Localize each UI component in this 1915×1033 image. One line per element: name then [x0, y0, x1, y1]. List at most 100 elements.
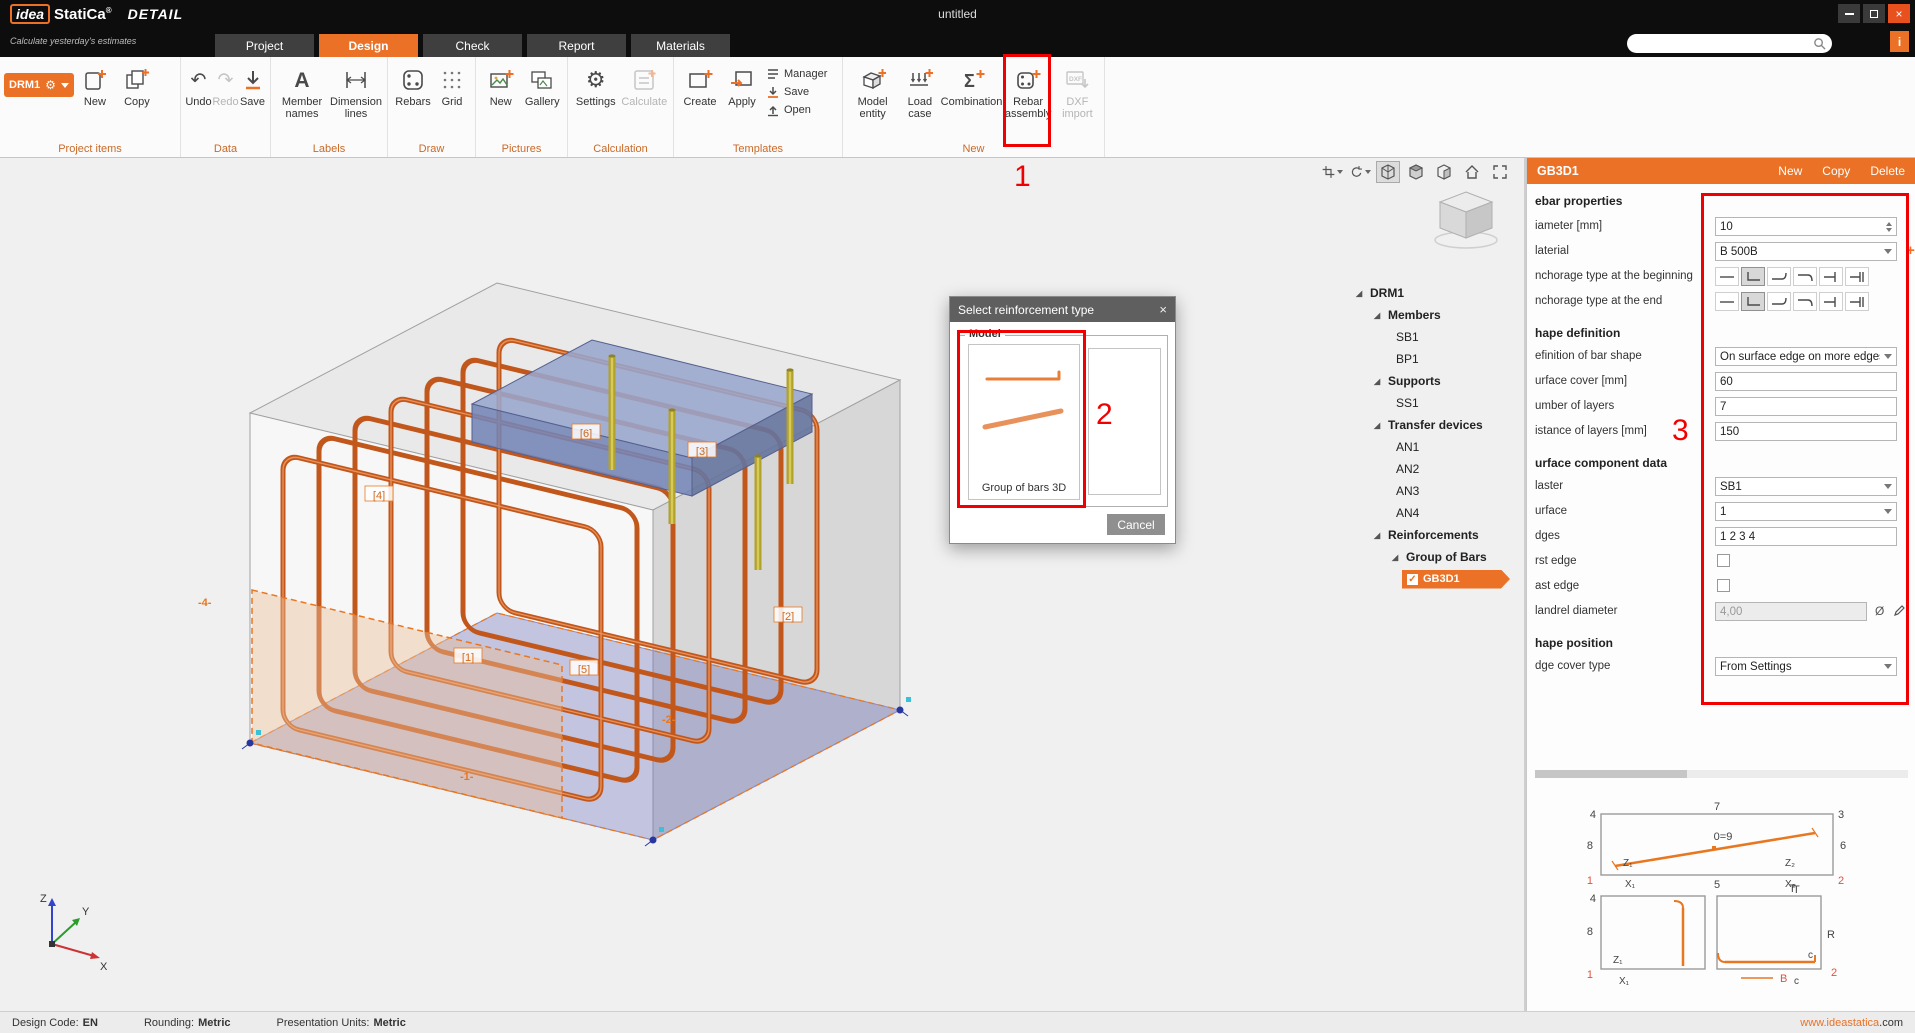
tree-item-reinforcements[interactable]: Reinforcements [1348, 524, 1526, 546]
anchorage-type-hook90-icon[interactable] [1741, 292, 1765, 311]
cancel-button[interactable]: Cancel [1107, 514, 1165, 535]
anchorage-type-hook-up-icon[interactable] [1767, 292, 1791, 311]
template-apply-button[interactable]: Apply [722, 61, 762, 108]
rebars-button[interactable]: Rebars [392, 61, 434, 108]
tab-design[interactable]: Design [319, 34, 418, 57]
viewport-3d[interactable]: [6] [3] [4] [1] [5] [2] -4- -1- -2- Z Y [0, 158, 1526, 1011]
bar-shape-dropdown[interactable]: On surface edge on more edges [1715, 347, 1897, 366]
tree-item-an3[interactable]: AN3 [1348, 480, 1526, 502]
tree-item-transfer-devices[interactable]: Transfer devices [1348, 414, 1526, 436]
wireframe-view-button[interactable] [1376, 161, 1400, 183]
template-save-button[interactable]: Save [766, 85, 827, 99]
delete-rebar-button[interactable]: Delete [1870, 164, 1905, 178]
tree-item-supports[interactable]: Supports [1348, 370, 1526, 392]
anchorage-type-hook-down-icon[interactable] [1793, 267, 1817, 286]
anchorage-type-hook90-icon[interactable] [1741, 267, 1765, 286]
anchorage-type-hook-up-icon[interactable] [1767, 267, 1791, 286]
gb3d1-selected-banner[interactable]: GB3D1 [1402, 570, 1510, 589]
tree-expander-icon[interactable] [1392, 553, 1406, 562]
new-rebar-button[interactable]: New [1778, 164, 1802, 178]
anchorage-type-plate-icon[interactable] [1819, 267, 1843, 286]
template-create-button[interactable]: Create [678, 61, 722, 108]
transparent-view-button[interactable] [1432, 161, 1456, 183]
search-input[interactable] [1627, 34, 1832, 53]
member-names-button[interactable]: A Member names [275, 61, 329, 121]
tree-item-sb1[interactable]: SB1 [1348, 326, 1526, 348]
tree-item-an1[interactable]: AN1 [1348, 436, 1526, 458]
tab-check[interactable]: Check [423, 34, 522, 57]
home-view-button[interactable] [1460, 161, 1484, 183]
first-edge-checkbox[interactable] [1717, 554, 1730, 567]
dialog-close-icon[interactable]: × [1159, 302, 1167, 317]
new-picture-button[interactable]: New [480, 61, 522, 108]
copy-project-item-button[interactable]: Copy [116, 61, 158, 108]
tree-item-drm1[interactable]: DRM1 [1348, 282, 1526, 304]
tree-item-members[interactable]: Members [1348, 304, 1526, 326]
tree-expander-icon[interactable] [1374, 311, 1388, 320]
tree-expander-icon[interactable] [1356, 289, 1370, 298]
anchorage-type-straight-icon[interactable] [1715, 267, 1739, 286]
checked-checkbox-icon[interactable] [1407, 574, 1418, 585]
empty-reinforcement-card[interactable] [1088, 348, 1161, 495]
rotate-view-button[interactable] [1348, 161, 1372, 183]
save-button[interactable]: Save [239, 61, 266, 108]
maximize-button[interactable] [1863, 4, 1885, 23]
grid-button[interactable]: Grid [434, 61, 470, 108]
new-project-item-button[interactable]: New [74, 61, 116, 108]
tree-item-bp1[interactable]: BP1 [1348, 348, 1526, 370]
tree-item-gb3d1[interactable]: GB3D1 [1348, 568, 1526, 590]
anchorage-type-head-icon[interactable] [1845, 267, 1869, 286]
anchorage-type-head-icon[interactable] [1845, 292, 1869, 311]
horizontal-scrollbar[interactable] [1535, 770, 1908, 778]
add-material-button[interactable] [1903, 243, 1915, 259]
solid-view-button[interactable] [1404, 161, 1428, 183]
load-case-button[interactable]: Load case [898, 61, 941, 121]
edge-cover-dropdown[interactable]: From Settings [1715, 657, 1897, 676]
viewport-3d-scene[interactable]: [6] [3] [4] [1] [5] [2] -4- -1- -2- Z Y [0, 158, 1526, 1011]
undo-button[interactable]: ↶ Undo [185, 61, 212, 108]
scrollbar-thumb[interactable] [1535, 770, 1687, 778]
anchorage-type-plate-icon[interactable] [1819, 292, 1843, 311]
model-entity-button[interactable]: Model entity [847, 61, 898, 121]
anchorage-type-hook-down-icon[interactable] [1793, 292, 1817, 311]
anchorage-type-straight-icon[interactable] [1715, 292, 1739, 311]
dimension-lines-button[interactable]: Dimension lines [329, 61, 383, 121]
tree-item-an2[interactable]: AN2 [1348, 458, 1526, 480]
edges-input[interactable]: 1 2 3 4 [1715, 527, 1897, 546]
group-of-bars-3d-card[interactable]: Group of bars 3D [968, 344, 1080, 500]
layers-input[interactable]: 7 [1715, 397, 1897, 416]
project-item-selector[interactable]: DRM1 ⚙ [4, 73, 74, 97]
section-tool-button[interactable] [1320, 161, 1344, 183]
tree-item-ss1[interactable]: SS1 [1348, 392, 1526, 414]
minimize-button[interactable] [1838, 4, 1860, 23]
zoom-fit-button[interactable] [1488, 161, 1512, 183]
material-dropdown[interactable]: B 500B [1715, 242, 1897, 261]
diameter-input[interactable]: 10 [1715, 217, 1897, 236]
spinner-icon[interactable] [1886, 222, 1892, 232]
template-manager-button[interactable]: Manager [766, 67, 827, 81]
tab-project[interactable]: Project [215, 34, 314, 57]
surface-dropdown[interactable]: 1 [1715, 502, 1897, 521]
template-open-button[interactable]: Open [766, 103, 827, 117]
surface-cover-input[interactable]: 60 [1715, 372, 1897, 391]
settings-button[interactable]: ⚙ Settings [572, 61, 620, 108]
account-icon[interactable]: i [1890, 31, 1909, 52]
tab-materials[interactable]: Materials [631, 34, 730, 57]
website-link[interactable]: www.ideastatica.com [1800, 1017, 1903, 1029]
tree-expander-icon[interactable] [1374, 377, 1388, 386]
navigation-cube[interactable] [1428, 186, 1504, 252]
close-button[interactable]: × [1888, 4, 1910, 23]
edit-pencil-icon[interactable] [1893, 604, 1906, 617]
tree-item-group-of-bars[interactable]: Group of Bars [1348, 546, 1526, 568]
tab-report[interactable]: Report [527, 34, 626, 57]
last-edge-checkbox[interactable] [1717, 579, 1730, 592]
gallery-button[interactable]: Gallery [522, 61, 564, 108]
master-dropdown[interactable]: SB1 [1715, 477, 1897, 496]
combination-button[interactable]: Σ Combination [942, 61, 1002, 108]
layer-distance-input[interactable]: 150 [1715, 422, 1897, 441]
dialog-titlebar[interactable]: Select reinforcement type × [950, 297, 1175, 322]
tree-expander-icon[interactable] [1374, 531, 1388, 540]
rebar-assembly-button[interactable]: Rebar assembly [1002, 61, 1055, 121]
tree-expander-icon[interactable] [1374, 421, 1388, 430]
tree-item-an4[interactable]: AN4 [1348, 502, 1526, 524]
